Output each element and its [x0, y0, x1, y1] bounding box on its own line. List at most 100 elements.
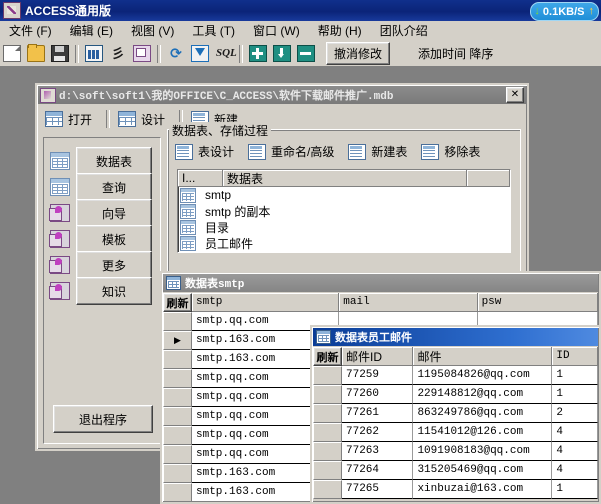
list-item[interactable]: smtp 的副本 [178, 203, 510, 219]
table-list-col-extra[interactable] [467, 170, 510, 187]
row-selector[interactable] [313, 404, 342, 423]
smtp-window-titlebar[interactable]: 数据表smtp [163, 274, 598, 292]
list-item[interactable]: 目录 [178, 219, 510, 235]
table-list-col-name[interactable]: 数据表 [223, 170, 467, 187]
network-speed-badge[interactable]: ↓ 0.1KB/S ↑ [530, 2, 599, 21]
cell-id[interactable]: 2 [552, 404, 598, 423]
row-selector[interactable] [313, 480, 342, 499]
employee-col-id[interactable]: ID [552, 347, 598, 366]
table-list-col-index[interactable]: I... [178, 170, 223, 187]
open-folder-button[interactable] [25, 43, 47, 64]
sort-button[interactable]: 彡 [107, 43, 129, 64]
new-document-button[interactable] [1, 43, 23, 64]
delete-record-button[interactable] [295, 43, 317, 64]
row-selector[interactable] [163, 369, 192, 388]
cell-mail-id[interactable]: 77265 [342, 480, 414, 499]
table-row[interactable]: 77261 863249786@qq.com 2 [313, 404, 598, 423]
cell-mail-id[interactable]: 77263 [342, 442, 414, 461]
menu-tools[interactable]: 工具 (T) [183, 20, 244, 42]
cell-id[interactable]: 4 [552, 442, 598, 461]
table-row[interactable]: 77265 xinbuzai@163.com 1 [313, 480, 598, 499]
row-selector[interactable] [313, 423, 342, 442]
cell-mail-id[interactable]: 77264 [342, 461, 414, 480]
new-table-button[interactable]: 新建表 [348, 143, 407, 160]
cell-id[interactable]: 4 [552, 461, 598, 480]
add-record-button[interactable] [247, 43, 269, 64]
cell-mail[interactable]: 863249786@qq.com [413, 404, 553, 423]
sidebar-item-wizard[interactable]: 向导 [76, 199, 152, 227]
menu-window[interactable]: 窗口 (W) [244, 20, 309, 42]
row-selector[interactable] [313, 366, 342, 385]
table-row[interactable]: 77259 1195084826@qq.com 1 [313, 366, 598, 385]
database-window-titlebar[interactable]: d:\soft\soft1\我的OFFICE\C_ACCESS\软件下载邮件推广… [38, 86, 526, 104]
row-selector[interactable] [163, 312, 192, 331]
cell-mail[interactable]: 11541012@126.com [413, 423, 553, 442]
menu-file[interactable]: 文件 (F) [0, 20, 61, 42]
menu-team[interactable]: 团队介绍 [371, 20, 437, 42]
employee-refresh-button[interactable]: 刷新 [313, 347, 342, 366]
cell-mail[interactable]: 315205469@qq.com [413, 461, 553, 480]
row-selector[interactable] [313, 461, 342, 480]
list-item[interactable]: smtp [178, 187, 510, 203]
close-button[interactable]: ✕ [506, 87, 524, 103]
table-list[interactable]: I... 数据表 smtp smtp 的副本 目录 员工邮件 [177, 169, 511, 253]
export-button[interactable] [131, 43, 153, 64]
table-design-button[interactable]: 表设计 [175, 143, 234, 160]
cell-mail[interactable]: 229148812@qq.com [413, 385, 553, 404]
cell-mail-id[interactable]: 77259 [342, 366, 414, 385]
sidebar-item-template[interactable]: 模板 [76, 225, 152, 253]
rename-advanced-button[interactable]: 重命名/高级 [248, 143, 334, 160]
smtp-col-psw[interactable]: psw [477, 293, 598, 312]
table-row[interactable]: 77263 1091908183@qq.com 4 [313, 442, 598, 461]
row-selector[interactable]: ▶ [163, 331, 192, 350]
cell-id[interactable]: 1 [552, 480, 598, 499]
row-selector[interactable] [163, 464, 192, 483]
db-open-button[interactable]: 打开 [45, 111, 92, 128]
employee-col-mailid[interactable]: 邮件ID [342, 347, 414, 366]
cell-id[interactable]: 1 [552, 385, 598, 404]
table-row[interactable]: 77262 11541012@126.com 4 [313, 423, 598, 442]
cell-mail-id[interactable]: 77262 [342, 423, 414, 442]
cell-mail-id[interactable]: 77261 [342, 404, 414, 423]
refresh-button[interactable]: ⟳ [165, 43, 187, 64]
db-design-button[interactable]: 设计 [118, 111, 165, 128]
filter-button[interactable] [189, 43, 211, 64]
sidebar-item-queries[interactable]: 查询 [76, 173, 152, 201]
cell-mail[interactable]: 1091908183@qq.com [413, 442, 553, 461]
menu-view[interactable]: 视图 (V) [122, 20, 183, 42]
smtp-refresh-button[interactable]: 刷新 [163, 293, 192, 312]
table-row[interactable]: 77264 315205469@qq.com 4 [313, 461, 598, 480]
employee-window-titlebar[interactable]: 数据表员工邮件 [313, 328, 598, 346]
row-selector[interactable] [163, 350, 192, 369]
smtp-col-smtp[interactable]: smtp [192, 293, 340, 312]
cell-mail[interactable]: 1195084826@qq.com [413, 366, 553, 385]
employee-col-mail[interactable]: 邮件 [413, 347, 553, 366]
sidebar-item-more[interactable]: 更多 [76, 251, 152, 279]
remove-table-button[interactable]: 移除表 [421, 143, 480, 160]
cell-id[interactable]: 4 [552, 423, 598, 442]
menu-help[interactable]: 帮助 (H) [309, 20, 371, 42]
row-selector[interactable] [313, 442, 342, 461]
row-selector[interactable] [163, 426, 192, 445]
remove-table-icon [421, 143, 440, 160]
import-button[interactable] [271, 43, 293, 64]
row-selector[interactable] [163, 388, 192, 407]
cell-id[interactable]: 1 [552, 366, 598, 385]
sidebar-item-tables[interactable]: 数据表 [76, 147, 152, 175]
undo-changes-button[interactable]: 撤消修改 [326, 42, 391, 65]
cell-mail[interactable]: xinbuzai@163.com [413, 480, 553, 499]
cell-mail-id[interactable]: 77260 [342, 385, 414, 404]
menu-edit[interactable]: 编辑 (E) [61, 20, 122, 42]
list-item[interactable]: 员工邮件 [178, 235, 510, 251]
table-row[interactable]: 77260 229148812@qq.com 1 [313, 385, 598, 404]
exit-program-button[interactable]: 退出程序 [53, 405, 153, 433]
save-button[interactable] [49, 43, 71, 64]
smtp-col-mail[interactable]: mail [339, 293, 478, 312]
chart-button[interactable] [83, 43, 105, 64]
row-selector[interactable] [163, 445, 192, 464]
row-selector[interactable] [163, 483, 192, 501]
sql-button[interactable]: SQL [213, 43, 237, 64]
row-selector[interactable] [313, 385, 342, 404]
row-selector[interactable] [163, 407, 192, 426]
sidebar-item-knowledge[interactable]: 知识 [76, 277, 152, 305]
